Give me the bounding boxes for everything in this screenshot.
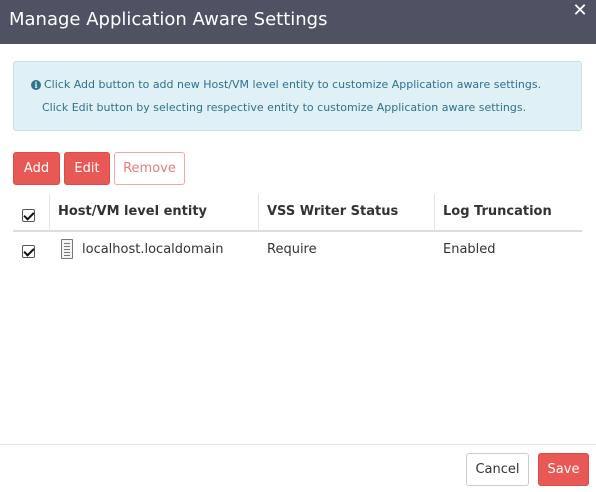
info-text-1: Click Add button to add new Host/VM leve… [44, 78, 542, 91]
column-header-entity[interactable]: Host/VM level entity [58, 204, 207, 219]
save-button[interactable]: Save [538, 453, 589, 486]
edit-button[interactable]: Edit [64, 152, 110, 185]
server-icon [61, 239, 73, 259]
dialog-titlebar: Manage Application Aware Settings ✕ [0, 0, 596, 44]
column-divider [258, 194, 259, 232]
info-text-2: Click Edit button by selecting respectiv… [42, 101, 527, 114]
log-truncation: Enabled [443, 242, 496, 257]
info-alert: i Click Add button to add new Host/VM lev… [13, 61, 582, 131]
vss-writer-status: Require [267, 242, 317, 257]
column-divider [434, 194, 435, 232]
remove-button[interactable]: Remove [114, 152, 185, 185]
info-icon: i [31, 80, 41, 90]
footer-divider [0, 444, 596, 445]
close-icon[interactable]: ✕ [570, 2, 590, 22]
table-header: Host/VM level entity VSS Writer Status L… [13, 194, 582, 232]
column-divider [49, 194, 50, 232]
dialog-title: Manage Application Aware Settings [9, 9, 328, 30]
entity-name: localhost.localdomain [82, 242, 224, 257]
cancel-button[interactable]: Cancel [466, 453, 529, 486]
column-header-vss-writer-status[interactable]: VSS Writer Status [267, 204, 398, 219]
row-checkbox[interactable] [22, 245, 35, 258]
column-header-log-truncation[interactable]: Log Truncation [443, 204, 552, 219]
info-line-1: i Click Add button to add new Host/VM lev… [31, 78, 541, 92]
select-all-checkbox[interactable] [22, 209, 35, 222]
table-row[interactable]: localhost.localdomain Require Enabled [13, 234, 582, 268]
add-button[interactable]: Add [13, 152, 60, 185]
